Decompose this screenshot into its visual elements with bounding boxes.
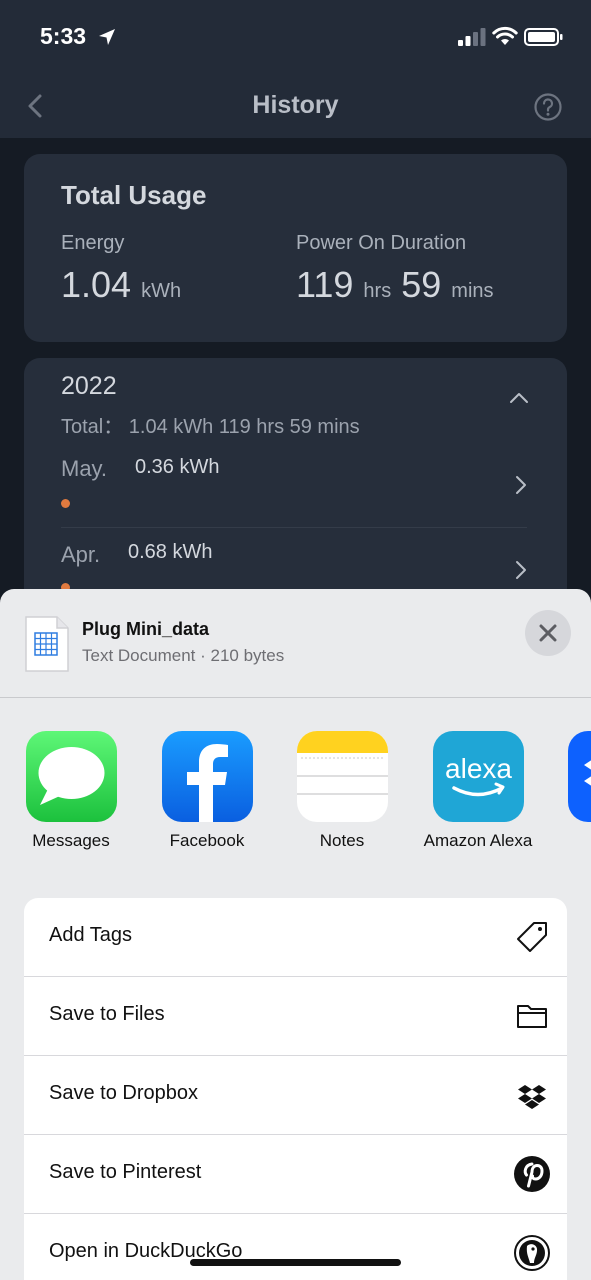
action-add-tags[interactable]: Add Tags [24, 898, 567, 977]
duration-label: Power On Duration [296, 232, 467, 254]
sheet-divider [0, 697, 591, 698]
alexa-wordmark: alexa [445, 753, 512, 784]
home-indicator [190, 1259, 401, 1266]
month-value: 0.36 kWh [135, 456, 220, 478]
duckduckgo-icon [514, 1235, 550, 1271]
dropbox-icon [518, 1085, 546, 1109]
total-usage-title: Total Usage [61, 180, 207, 210]
wifi-icon [492, 26, 518, 45]
alexa-icon: alexa [433, 731, 524, 822]
location-arrow-icon [99, 29, 115, 45]
hours-value: 119 [296, 264, 354, 305]
hours-unit: hrs [363, 280, 392, 302]
navigation-bar: History [0, 76, 591, 138]
close-icon [539, 624, 557, 642]
share-actions-list: Add Tags Save to Files Save to Dropbox S… [24, 898, 567, 1280]
month-value: 0.68 kWh [128, 541, 213, 563]
chevron-right-icon[interactable] [514, 474, 528, 496]
status-bar: 5:33 [0, 0, 591, 76]
mins-value: 59 [401, 264, 442, 305]
dropbox-app-icon [568, 731, 591, 822]
pinterest-icon [514, 1156, 550, 1192]
action-save-to-pinterest[interactable]: Save to Pinterest [24, 1135, 567, 1214]
action-label: Save to Pinterest [49, 1161, 202, 1183]
year-history-card[interactable]: 2022 Total： 1.04 kWh 119 hrs 59 mins May… [24, 358, 567, 618]
share-sheet: Plug Mini_data Text Document · 210 bytes… [0, 589, 591, 1280]
energy-label: Energy [61, 232, 125, 254]
messages-icon [26, 731, 117, 822]
status-time: 5:33 [40, 23, 87, 49]
close-button[interactable] [525, 610, 571, 656]
month-label: May. [61, 456, 108, 481]
collapse-chevron-icon[interactable] [508, 390, 530, 406]
action-label: Save to Files [49, 1003, 165, 1025]
app-label: Facebook [169, 831, 245, 850]
year-label: 2022 [61, 372, 117, 400]
year-total: Total： 1.04 kWh 119 hrs 59 mins [61, 416, 360, 438]
help-icon[interactable] [533, 92, 563, 122]
chevron-right-icon[interactable] [514, 559, 528, 581]
battery-icon [524, 28, 563, 46]
action-label: Save to Dropbox [49, 1082, 198, 1104]
row-divider [61, 527, 527, 528]
tag-icon [517, 922, 547, 952]
action-label: Add Tags [49, 924, 133, 946]
usage-dot [61, 499, 70, 508]
notes-icon [297, 731, 388, 822]
app-label: Amazon Alexa [423, 831, 533, 850]
text-document-icon [25, 616, 69, 672]
file-name: Plug Mini_data [82, 619, 210, 639]
energy-unit: kWh [141, 280, 182, 302]
file-info: Text Document · 210 bytes [82, 646, 285, 665]
month-label: Apr. [61, 542, 101, 567]
duration-readout: 119 hrs 59 mins [296, 264, 494, 306]
mins-unit: mins [451, 280, 494, 302]
folder-icon [517, 1005, 547, 1028]
app-label: Notes [319, 831, 365, 850]
cellular-signal-icon [458, 28, 486, 46]
total-usage-card: Total Usage Energy Power On Duration 1.0… [24, 154, 567, 342]
energy-readout: 1.04 kWh [61, 264, 181, 306]
facebook-icon [162, 731, 253, 822]
energy-value: 1.04 [61, 264, 132, 305]
action-open-in-duckduckgo[interactable]: Open in DuckDuckGo [24, 1214, 567, 1280]
action-save-to-files[interactable]: Save to Files [24, 977, 567, 1056]
page-title: History [252, 91, 339, 119]
action-save-to-dropbox[interactable]: Save to Dropbox [24, 1056, 567, 1135]
app-label: Messages [32, 831, 110, 850]
app-label: D [548, 831, 591, 851]
